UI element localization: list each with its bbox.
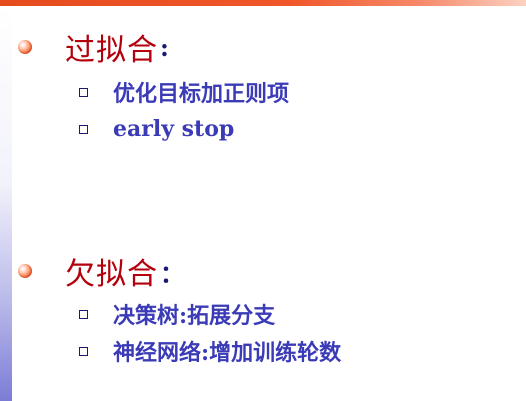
top-accent-bar bbox=[0, 0, 526, 6]
section-title-colon: ： bbox=[160, 258, 184, 288]
round-bullet-icon bbox=[18, 264, 32, 278]
list-item-text: early stop bbox=[113, 116, 235, 142]
round-bullet-icon bbox=[18, 40, 32, 54]
list-item: 优化目标加正则项 bbox=[79, 77, 289, 107]
list-item: early stop bbox=[79, 114, 234, 144]
section-title: 欠拟合 bbox=[65, 257, 158, 292]
list-item-text: 决策树:拓展分支 bbox=[113, 303, 276, 329]
section-title: 过拟合 bbox=[65, 33, 158, 68]
list-item: 决策树:拓展分支 bbox=[79, 299, 275, 329]
list-item-text: 神经网络:增加训练轮数 bbox=[113, 340, 342, 366]
square-bullet-icon bbox=[79, 87, 88, 97]
list-item-text: 优化目标加正则项 bbox=[113, 81, 290, 107]
square-bullet-icon bbox=[79, 124, 88, 134]
section-title-colon: : bbox=[160, 32, 169, 62]
square-bullet-icon bbox=[79, 309, 88, 319]
left-accent-bar bbox=[0, 6, 12, 401]
square-bullet-icon bbox=[79, 346, 88, 356]
section-heading-underfitting: 欠拟合 ： bbox=[18, 251, 184, 292]
section-heading-overfitting: 过拟合 : bbox=[18, 27, 169, 68]
list-item: 神经网络:增加训练轮数 bbox=[79, 336, 341, 366]
